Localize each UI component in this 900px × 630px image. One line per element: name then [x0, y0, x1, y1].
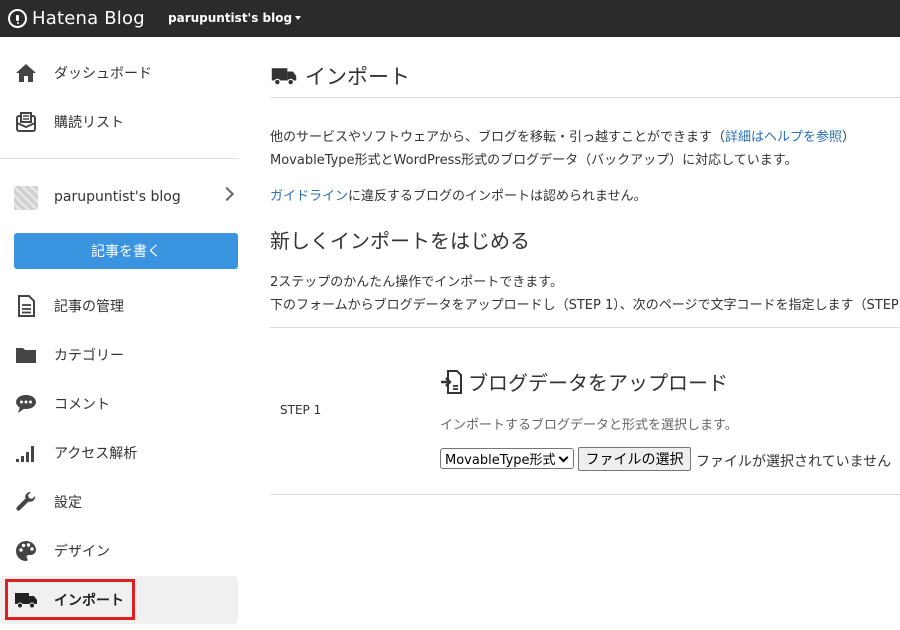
sidebar-item-label: 設定	[54, 495, 82, 511]
intro-text: 他のサービスやソフトウェアから、ブログを移転・引っ越すことができます（	[270, 130, 726, 145]
sidebar-item-label: 記事の管理	[54, 299, 124, 315]
sidebar-item-articles[interactable]: 記事の管理	[0, 286, 238, 326]
sidebar: ダッシュボード 購読リスト parupuntist's blog 記事を書く 記…	[0, 37, 238, 630]
subscription-icon	[14, 111, 38, 133]
intro-text-end: ）	[842, 130, 856, 145]
section-divider	[270, 327, 900, 328]
signal-icon	[14, 442, 38, 464]
sidebar-blog-selector[interactable]: parupuntist's blog	[0, 177, 238, 217]
top-bar: Hatena Blog parupuntist's blog	[0, 0, 900, 37]
steps-line-2: 下のフォームからブログデータをアップロードし（STEP 1）、次のページで文字コ…	[270, 298, 900, 313]
guideline-text: に違反するブログのインポートは認められません。	[348, 189, 647, 204]
sidebar-blog-name: parupuntist's blog	[54, 189, 181, 205]
document-icon	[14, 295, 38, 317]
sidebar-item-dashboard[interactable]: ダッシュボード	[0, 53, 238, 93]
page-title-text: インポート	[305, 65, 410, 89]
intro-line-2: MovableType形式とWordPress形式のブログデータ（バックアップ）…	[270, 153, 798, 168]
sidebar-item-label: デザイン	[54, 544, 110, 560]
hatena-blog-logo[interactable]: Hatena Blog	[8, 6, 145, 30]
upload-title: ブログデータをアップロード	[440, 367, 728, 396]
file-status: ファイルが選択されていません	[696, 454, 892, 470]
palette-icon	[14, 540, 38, 562]
sidebar-item-subscriptions[interactable]: 購読リスト	[0, 102, 238, 142]
sidebar-item-label: コメント	[54, 397, 110, 413]
caret-down-icon	[295, 16, 302, 20]
file-import-icon	[441, 369, 462, 394]
chevron-right-icon	[219, 186, 235, 202]
truck-icon	[271, 68, 297, 86]
sidebar-item-settings[interactable]: 設定	[0, 482, 238, 522]
comment-icon	[14, 393, 38, 415]
section-title: 新しくインポートをはじめる	[270, 229, 530, 253]
form-divider	[270, 494, 900, 495]
sidebar-divider	[0, 158, 238, 159]
help-link[interactable]: 詳細はヘルプを参照	[725, 130, 842, 145]
hatena-logo-icon	[8, 8, 27, 28]
sidebar-item-label: ダッシュボード	[54, 66, 152, 82]
sidebar-item-label: カテゴリー	[54, 348, 124, 364]
guideline-link[interactable]: ガイドライン	[270, 189, 348, 204]
home-icon	[14, 62, 38, 84]
choose-file-button[interactable]: ファイルの選択	[578, 447, 691, 471]
blog-thumbnail	[14, 186, 38, 210]
sidebar-item-analytics[interactable]: アクセス解析	[0, 433, 238, 473]
wrench-icon	[14, 491, 38, 513]
format-select-value: MovableType形式	[445, 453, 556, 468]
main-content: インポート 他のサービスやソフトウェアから、ブログを移転・引っ越すことができます…	[270, 37, 900, 630]
page-title: インポート	[270, 61, 410, 91]
sidebar-item-label: アクセス解析	[54, 446, 138, 462]
highlight-box	[5, 579, 135, 620]
folder-icon	[14, 344, 38, 366]
blog-switcher[interactable]: parupuntist's blog	[168, 11, 302, 25]
write-article-button[interactable]: 記事を書く	[14, 233, 238, 269]
sidebar-item-design[interactable]: デザイン	[0, 531, 238, 571]
format-select[interactable]: MovableType形式	[440, 448, 574, 469]
upload-title-text: ブログデータをアップロード	[468, 371, 728, 395]
guideline-line: ガイドラインに違反するブログのインポートは認められません。	[270, 185, 647, 204]
upload-description: インポートするブログデータと形式を選択します。	[440, 418, 738, 433]
blog-switcher-label: parupuntist's blog	[168, 11, 293, 25]
steps-line-1: 2ステップのかんたん操作でインポートできます。	[270, 275, 563, 290]
sidebar-item-comments[interactable]: コメント	[0, 384, 238, 424]
title-divider	[270, 97, 900, 98]
brand-name: Hatena Blog	[32, 7, 145, 29]
step-label: STEP 1	[280, 403, 322, 417]
sidebar-item-categories[interactable]: カテゴリー	[0, 335, 238, 375]
sidebar-item-label: 購読リスト	[54, 115, 124, 131]
intro-line-1: 他のサービスやソフトウェアから、ブログを移転・引っ越すことができます（詳細はヘル…	[270, 126, 855, 145]
chevron-down-icon	[558, 452, 569, 463]
